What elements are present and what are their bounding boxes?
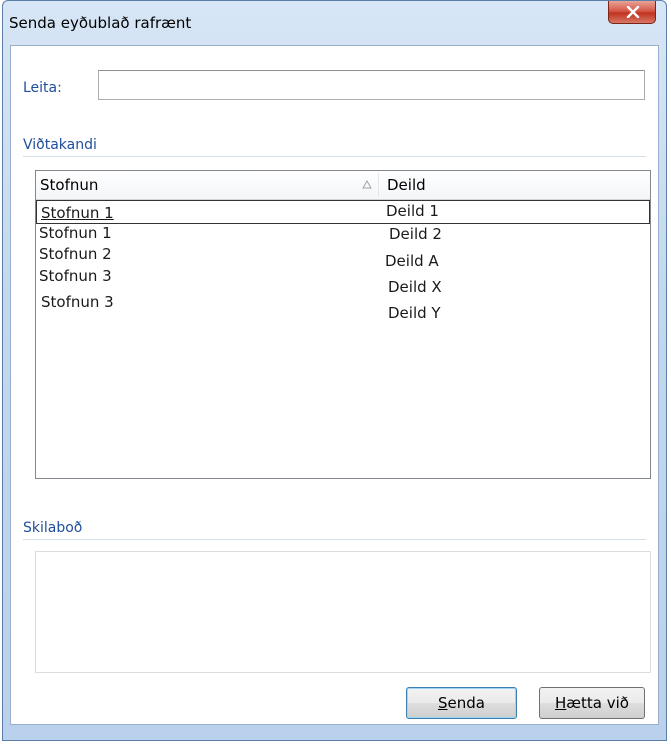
cancel-button[interactable]: Hætta við <box>539 687 645 719</box>
recipients-list[interactable]: Stofnun Deild Stofnun 1 Deild 1 Stofnun … <box>35 170 651 479</box>
cell-stofnun: Stofnun 1 <box>39 224 112 242</box>
table-row[interactable]: Stofnun 1 Deild 1 <box>36 200 650 224</box>
column-header-deild[interactable]: Deild <box>387 171 426 199</box>
table-row[interactable]: Stofnun 3 Deild X <box>36 267 650 296</box>
close-icon <box>626 6 640 18</box>
cell-stofnun: Stofnun 1 <box>41 204 114 222</box>
title-bar[interactable]: Senda eyðublað rafrænt <box>3 1 666 45</box>
message-divider <box>23 539 646 540</box>
search-label: Leita: <box>23 80 62 96</box>
cancel-accelerator: H <box>555 694 567 712</box>
sort-ascending-icon <box>362 180 372 189</box>
cancel-label: ætta við <box>566 694 629 712</box>
message-section-title: Skilaboð <box>23 520 83 536</box>
table-row[interactable]: Stofnun 2 Deild A <box>36 245 650 270</box>
dialog-window: Senda eyðublað rafrænt Leita: Viðtakandi… <box>2 0 667 741</box>
recipients-section-title: Viðtakandi <box>23 137 97 153</box>
search-input[interactable] <box>98 70 645 100</box>
cell-stofnun: Stofnun 3 <box>41 293 114 311</box>
dialog-content: Leita: Viðtakandi Stofnun Deild Stofnun … <box>10 45 659 725</box>
cell-deild: Deild 1 <box>386 202 439 220</box>
send-label: enda <box>447 694 485 712</box>
close-button[interactable] <box>608 1 656 24</box>
cell-deild: Deild 2 <box>389 225 442 243</box>
recipients-divider <box>23 156 646 157</box>
column-separator[interactable] <box>378 173 379 197</box>
list-header: Stofnun Deild <box>36 171 650 200</box>
column-header-stofnun[interactable]: Stofnun <box>40 171 98 199</box>
cell-deild: Deild Y <box>388 304 441 322</box>
send-accelerator: S <box>438 694 448 712</box>
window-title: Senda eyðublað rafrænt <box>9 14 192 32</box>
send-button[interactable]: Senda <box>406 687 517 719</box>
table-row[interactable]: Stofnun 3 Deild Y <box>36 293 650 322</box>
cell-stofnun: Stofnun 3 <box>39 267 112 285</box>
message-field[interactable] <box>35 551 651 673</box>
cell-stofnun: Stofnun 2 <box>39 245 112 263</box>
